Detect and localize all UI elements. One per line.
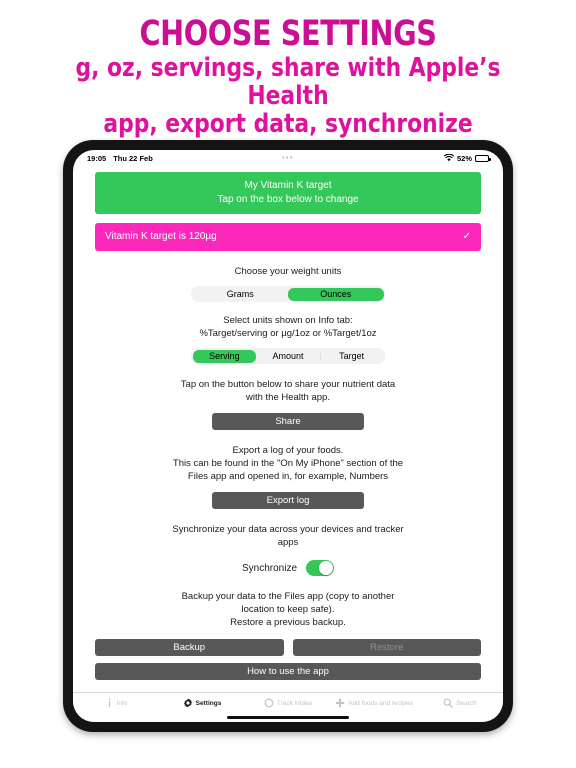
- restore-button: Restore: [292, 639, 481, 656]
- export-description-line2: This can be found in the "On My iPhone" …: [172, 458, 404, 469]
- checkmark-icon: ✓: [462, 231, 471, 242]
- segment-target[interactable]: Target: [319, 350, 384, 363]
- tab-search[interactable]: Search: [417, 698, 503, 708]
- target-header-subtitle: Tap on the box below to change: [217, 193, 359, 205]
- backup-restore-row: Backup Restore: [95, 639, 481, 656]
- toggle-knob: [319, 561, 333, 575]
- tab-info-label: Info: [116, 699, 128, 707]
- export-description: Export a log of your foods. This can be …: [95, 444, 481, 483]
- tab-bar: Info Settings Track intake Add foods and…: [73, 692, 503, 722]
- synchronize-toggle-label: Synchronize: [241, 562, 298, 574]
- target-value-row[interactable]: Vitamin K target is 120µg ✓: [95, 223, 481, 251]
- how-to-use-button[interactable]: How to use the app: [95, 663, 481, 680]
- synchronize-toggle[interactable]: [306, 560, 335, 576]
- share-button[interactable]: Share: [212, 413, 364, 430]
- promo-headline: CHOOSE SETTINGS: [139, 14, 437, 54]
- home-indicator[interactable]: [227, 715, 349, 719]
- target-header-title: My Vitamin K target: [244, 180, 332, 191]
- battery-icon: [475, 154, 491, 163]
- search-icon: [443, 698, 453, 708]
- gear-icon: [183, 698, 193, 708]
- tab-add-foods[interactable]: Add foods and recipes: [331, 698, 417, 708]
- tab-track-intake-label: Track intake: [276, 699, 313, 707]
- export-description-line3: Files app and opened in, for example, Nu…: [187, 471, 389, 482]
- segment-grams[interactable]: Grams: [193, 288, 289, 301]
- info-units-segmented-control[interactable]: Serving Amount Target: [191, 348, 385, 364]
- synchronize-description: Synchronize your data across your device…: [95, 523, 481, 549]
- backup-description-line2: location to keep safe).: [241, 604, 335, 615]
- settings-screen: My Vitamin K target Tap on the box below…: [73, 167, 503, 704]
- promo-subheadline-line1: g, oz, servings, share with Apple’s Heal…: [75, 53, 501, 111]
- weight-units-label: Choose your weight units: [234, 266, 342, 277]
- weight-units-segmented-control[interactable]: Grams Ounces: [191, 286, 385, 302]
- promo-subheadline-line2: app, export data, synchronize: [103, 109, 473, 139]
- share-description: Tap on the button below to share your nu…: [95, 378, 481, 404]
- share-description-line2: with the Health app.: [246, 392, 330, 403]
- wifi-icon: [443, 153, 455, 164]
- tab-info[interactable]: Info: [73, 698, 159, 708]
- synchronize-description-line2: apps: [277, 537, 299, 548]
- circle-icon: [264, 698, 274, 708]
- share-description-line1: Tap on the button below to share your nu…: [180, 379, 396, 390]
- info-units-label: Select units shown on Info tab: %Target/…: [95, 314, 481, 340]
- status-center-dots: •••: [282, 155, 294, 162]
- export-description-line1: Export a log of your foods.: [232, 445, 344, 456]
- segment-ounces[interactable]: Ounces: [288, 287, 384, 301]
- synchronize-description-line1: Synchronize your data across your device…: [172, 524, 404, 535]
- segment-amount[interactable]: Amount: [256, 350, 320, 363]
- info-units-label-line2: %Target/serving or µg/1oz or %Target/1oz: [199, 328, 377, 339]
- battery-percent: 52%: [456, 154, 472, 163]
- ipad-device-frame: 19:05 Thu 22 Feb ••• 52% My Vitamin K ta…: [63, 140, 513, 732]
- promo-banner: CHOOSE SETTINGS g, oz, servings, share w…: [0, 0, 576, 139]
- export-log-button[interactable]: Export log: [212, 492, 364, 509]
- tab-add-foods-label: Add foods and recipes: [348, 699, 413, 707]
- target-value-label: Vitamin K target is 120µg: [105, 231, 217, 242]
- backup-description: Backup your data to the Files app (copy …: [95, 590, 481, 629]
- status-bar: 19:05 Thu 22 Feb ••• 52%: [73, 150, 503, 167]
- backup-button[interactable]: Backup: [95, 639, 284, 656]
- synchronize-row: Synchronize: [95, 560, 481, 576]
- target-header-banner: My Vitamin K target Tap on the box below…: [95, 172, 481, 214]
- ipad-screen: 19:05 Thu 22 Feb ••• 52% My Vitamin K ta…: [73, 150, 503, 722]
- tab-search-label: Search: [456, 699, 477, 707]
- tab-track-intake[interactable]: Track intake: [245, 698, 331, 708]
- status-bar-right: 52%: [443, 153, 491, 164]
- tab-settings[interactable]: Settings: [159, 698, 245, 708]
- info-icon: [105, 698, 114, 708]
- plus-icon: [335, 698, 345, 708]
- backup-description-line1: Backup your data to the Files app (copy …: [181, 591, 395, 602]
- segment-serving[interactable]: Serving: [192, 349, 257, 363]
- backup-description-line3: Restore a previous backup.: [230, 617, 346, 628]
- info-units-label-line1: Select units shown on Info tab:: [223, 315, 353, 326]
- tab-settings-label: Settings: [195, 699, 222, 707]
